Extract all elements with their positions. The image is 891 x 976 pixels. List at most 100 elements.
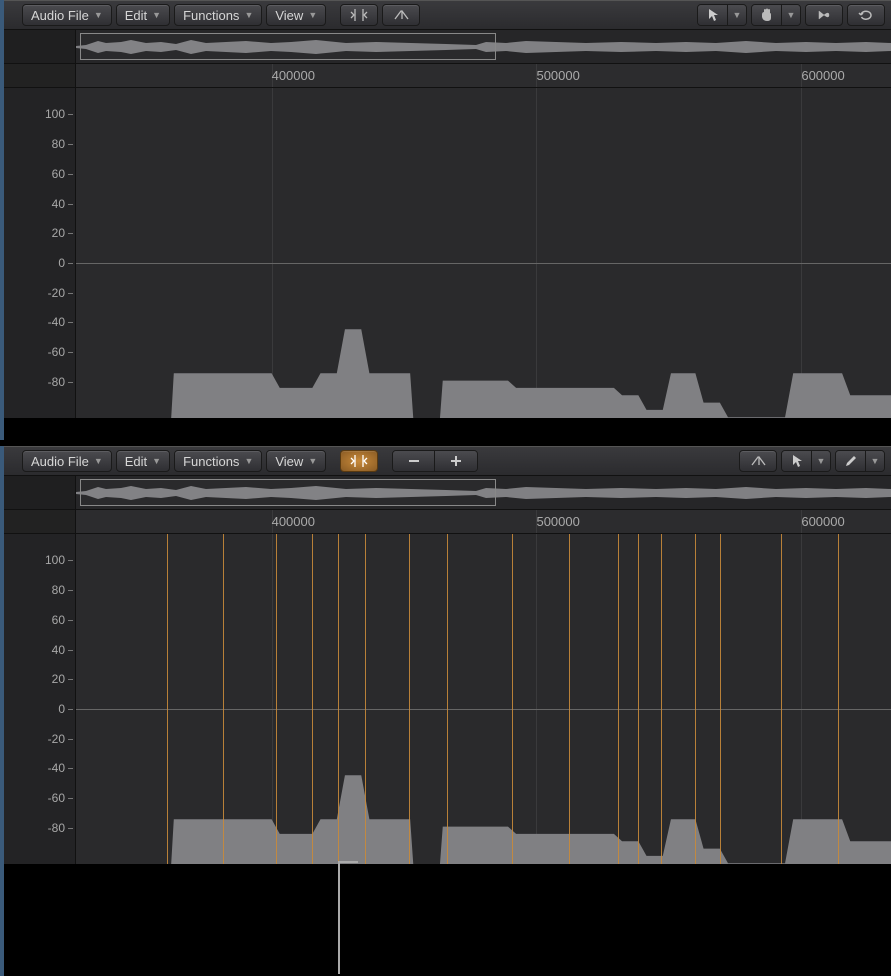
transient-marker[interactable] — [276, 534, 277, 864]
amp-label: -20 — [48, 732, 65, 746]
menu-label: Edit — [125, 8, 147, 23]
amp-label: 60 — [52, 167, 65, 181]
overview-gutter — [4, 30, 76, 63]
chevron-down-icon[interactable]: ▼ — [728, 5, 746, 25]
amp-label: 40 — [52, 643, 65, 657]
transient-sensitivity-stepper[interactable] — [392, 450, 478, 472]
amp-label: 40 — [52, 197, 65, 211]
pointer-tool-selector[interactable]: ▼ — [697, 4, 747, 26]
cycle-button[interactable] — [847, 4, 885, 26]
transient-marker[interactable] — [720, 534, 721, 864]
amp-label: -60 — [48, 791, 65, 805]
pencil-tool-selector[interactable]: ▼ — [835, 450, 885, 472]
menu-functions[interactable]: Functions▼ — [174, 4, 262, 26]
menu-view[interactable]: View▼ — [266, 450, 326, 472]
overview-selection[interactable] — [80, 479, 496, 506]
transient-marker[interactable] — [838, 534, 839, 864]
menu-view[interactable]: View ▼ — [266, 4, 326, 26]
ruler-label: 600000 — [801, 514, 844, 529]
waveform-main[interactable]: 100 80 60 40 20 0 -20 -40 -60 -80 — [4, 88, 891, 418]
transient-marker[interactable] — [447, 534, 448, 864]
overview-selection[interactable] — [80, 33, 496, 60]
transient-marker[interactable] — [661, 534, 662, 864]
amp-label: 100 — [45, 553, 65, 567]
amp-label: 20 — [52, 672, 65, 686]
menu-functions[interactable]: Functions ▼ — [174, 450, 262, 472]
transient-marker[interactable] — [167, 534, 168, 864]
waveform-main[interactable]: 100 80 60 40 20 0 -20 -40 -60 -80 — [4, 534, 891, 864]
audio-editor-panel-bottom: Audio File ▼ Edit▼ Functions ▼ View▼ ▼ ▼ — [0, 446, 891, 976]
chevron-down-icon[interactable]: ▼ — [866, 451, 884, 471]
transient-marker[interactable] — [312, 534, 313, 864]
pointer-icon[interactable] — [782, 451, 812, 471]
chevron-down-icon: ▼ — [244, 10, 253, 20]
menu-edit[interactable]: Edit ▼ — [116, 4, 170, 26]
flex-mode-button[interactable] — [739, 450, 777, 472]
chevron-down-icon: ▼ — [244, 456, 253, 466]
amp-label: -80 — [48, 375, 65, 389]
amplitude-gutter: 100 80 60 40 20 0 -20 -40 -60 -80 — [4, 88, 76, 418]
plus-button[interactable] — [435, 451, 477, 471]
ruler-label: 400000 — [272, 514, 315, 529]
menu-audio-file[interactable]: Audio File ▼ — [22, 450, 112, 472]
chevron-down-icon: ▼ — [308, 456, 317, 466]
chevron-down-icon[interactable]: ▼ — [812, 451, 830, 471]
menu-audio-file[interactable]: Audio File ▼ — [22, 4, 112, 26]
menu-label: Functions — [183, 454, 239, 469]
overview-track[interactable] — [76, 476, 891, 509]
amp-label: 60 — [52, 613, 65, 627]
ruler-label: 500000 — [536, 68, 579, 83]
ruler-label: 500000 — [536, 514, 579, 529]
transient-marker[interactable] — [618, 534, 619, 864]
hand-icon[interactable] — [752, 5, 782, 25]
transient-mode-button[interactable] — [340, 450, 378, 472]
ruler-gutter — [4, 64, 76, 87]
amp-label: -40 — [48, 761, 65, 775]
amplitude-gutter: 100 80 60 40 20 0 -20 -40 -60 -80 — [4, 534, 76, 864]
overview-gutter — [4, 476, 76, 509]
amp-label: -40 — [48, 315, 65, 329]
pencil-icon[interactable] — [836, 451, 866, 471]
transient-marker[interactable] — [781, 534, 782, 864]
transient-marker[interactable] — [365, 534, 366, 864]
transient-marker[interactable] — [223, 534, 224, 864]
menu-edit[interactable]: Edit▼ — [116, 450, 170, 472]
transient-marker[interactable] — [409, 534, 410, 864]
transient-marker[interactable] — [338, 534, 339, 864]
minus-button[interactable] — [393, 451, 435, 471]
ruler-track[interactable]: 400000 500000 600000 — [76, 64, 891, 87]
menu-label: Audio File — [31, 8, 89, 23]
transient-marker[interactable] — [512, 534, 513, 864]
waveform-overview[interactable] — [4, 476, 891, 510]
transient-mode-button[interactable] — [340, 4, 378, 26]
ruler-track[interactable]: 400000 500000 600000 — [76, 510, 891, 533]
transient-marker[interactable] — [695, 534, 696, 864]
menu-label: Audio File — [31, 454, 89, 469]
time-ruler[interactable]: 400000 500000 600000 — [4, 64, 891, 88]
hand-tool-selector[interactable]: ▼ — [751, 4, 801, 26]
waveform-track[interactable] — [76, 534, 891, 864]
preview-button[interactable] — [805, 4, 843, 26]
chevron-down-icon: ▼ — [94, 456, 103, 466]
pointer-icon[interactable] — [698, 5, 728, 25]
transient-marker[interactable] — [569, 534, 570, 864]
waveform-track[interactable] — [76, 88, 891, 418]
overview-track[interactable] — [76, 30, 891, 63]
callout-leader — [338, 861, 340, 974]
amp-label: 80 — [52, 137, 65, 151]
chevron-down-icon: ▼ — [152, 456, 161, 466]
flex-mode-button[interactable] — [382, 4, 420, 26]
chevron-down-icon: ▼ — [308, 10, 317, 20]
chevron-down-icon: ▼ — [94, 10, 103, 20]
toolbar: Audio File ▼ Edit▼ Functions ▼ View▼ ▼ ▼ — [4, 446, 891, 476]
pointer-tool-selector[interactable]: ▼ — [781, 450, 831, 472]
menu-label: View — [275, 8, 303, 23]
amp-label: 20 — [52, 226, 65, 240]
chevron-down-icon: ▼ — [152, 10, 161, 20]
time-ruler[interactable]: 400000 500000 600000 — [4, 510, 891, 534]
amp-label: -60 — [48, 345, 65, 359]
waveform-overview[interactable] — [4, 30, 891, 64]
chevron-down-icon[interactable]: ▼ — [782, 5, 800, 25]
transient-marker[interactable] — [638, 534, 639, 864]
amp-label: 100 — [45, 107, 65, 121]
